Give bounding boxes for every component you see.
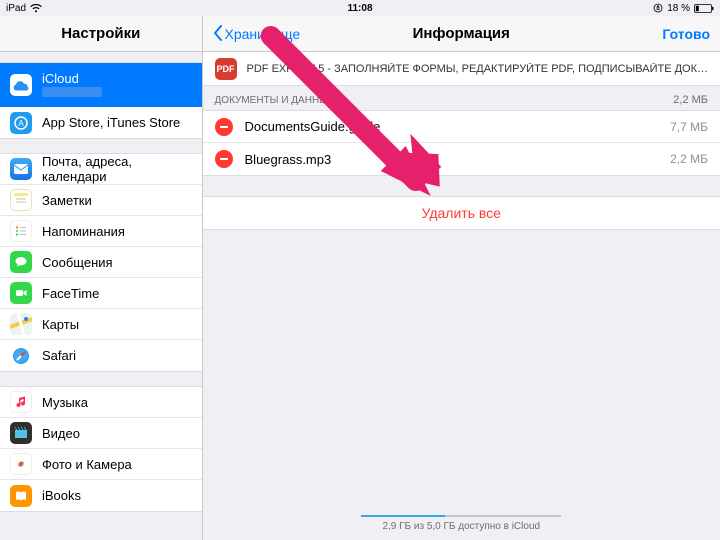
sidebar-item-appstore[interactable]: A App Store, iTunes Store xyxy=(0,107,202,138)
done-button[interactable]: Готово xyxy=(652,16,720,52)
sidebar-item-photos[interactable]: Фото и Камера xyxy=(0,449,202,480)
storage-footer: 2,9 ГБ из 5,0 ГБ доступно в iCloud xyxy=(203,506,720,540)
battery-percent: 18 % xyxy=(667,3,690,14)
pdf-expert-icon: PDF xyxy=(215,58,237,80)
sidebar-item-maps[interactable]: Карты xyxy=(0,309,202,340)
photos-icon xyxy=(10,453,32,475)
storage-bar xyxy=(361,515,561,517)
sidebar-item-ibooks[interactable]: iBooks xyxy=(0,480,202,511)
sidebar-item-notes[interactable]: Заметки xyxy=(0,185,202,216)
video-icon xyxy=(10,422,32,444)
svg-text:A: A xyxy=(18,119,24,128)
sidebar-item-messages[interactable]: Сообщения xyxy=(0,247,202,278)
wifi-icon xyxy=(30,4,42,13)
battery-icon xyxy=(694,4,714,13)
ibooks-icon xyxy=(10,485,32,507)
device-label: iPad xyxy=(6,3,26,14)
orientation-lock-icon xyxy=(653,3,663,13)
left-navbar: Настройки xyxy=(0,16,202,52)
file-name: Bluegrass.mp3 xyxy=(245,152,671,167)
delete-all-button[interactable]: Удалить все xyxy=(203,196,720,230)
appstore-label: App Store, iTunes Store xyxy=(42,115,180,130)
file-size: 7,7 МБ xyxy=(670,120,708,134)
settings-group-apps1: Почта, адреса, календари Заметки Напомин… xyxy=(0,153,202,372)
mail-label: Почта, адреса, календари xyxy=(42,154,192,184)
storage-footer-label: 2,9 ГБ из 5,0 ГБ доступно в iCloud xyxy=(382,521,540,532)
detail-panel: Хранилище Информация Готово PDF PDF EXPE… xyxy=(203,16,720,540)
section-total-size: 2,2 МБ xyxy=(673,94,708,106)
appstore-icon: A xyxy=(10,112,32,134)
done-label: Готово xyxy=(662,26,710,42)
storage-bar-fill xyxy=(361,515,445,517)
maps-label: Карты xyxy=(42,317,79,332)
settings-sidebar: Настройки iCloud A App Store, xyxy=(0,16,203,540)
notes-icon xyxy=(10,189,32,211)
notes-label: Заметки xyxy=(42,193,92,208)
icloud-icon xyxy=(10,74,32,96)
file-name: DocumentsGuide.guide xyxy=(245,119,671,134)
sidebar-item-facetime[interactable]: FaceTime xyxy=(0,278,202,309)
sidebar-item-reminders[interactable]: Напоминания xyxy=(0,216,202,247)
file-row[interactable]: Bluegrass.mp3 2,2 МБ xyxy=(203,143,720,175)
app-header-row: PDF PDF EXPERT 5 - ЗАПОЛНЯЙТЕ ФОРМЫ, РЕД… xyxy=(203,52,720,86)
settings-list[interactable]: iCloud A App Store, iTunes Store Поч xyxy=(0,52,202,540)
safari-label: Safari xyxy=(42,348,76,363)
statusbar: iPad 11:08 18 % xyxy=(0,0,720,16)
sidebar-item-mail[interactable]: Почта, адреса, календари xyxy=(0,154,202,185)
file-row[interactable]: DocumentsGuide.guide 7,7 МБ xyxy=(203,111,720,143)
delete-file-icon[interactable] xyxy=(215,118,233,136)
sidebar-item-music[interactable]: Музыка xyxy=(0,387,202,418)
delete-file-icon[interactable] xyxy=(215,150,233,168)
settings-group-apps2: Музыка Видео Фото и Камера xyxy=(0,386,202,512)
right-navbar: Хранилище Информация Готово xyxy=(203,16,720,52)
music-label: Музыка xyxy=(42,395,88,410)
icloud-label: iCloud xyxy=(42,71,102,86)
left-title: Настройки xyxy=(61,25,140,42)
sidebar-item-safari[interactable]: Safari xyxy=(0,340,202,371)
reminders-label: Напоминания xyxy=(42,224,125,239)
delete-all-label: Удалить все xyxy=(422,205,501,221)
settings-group-account: iCloud A App Store, iTunes Store xyxy=(0,62,202,139)
safari-icon xyxy=(10,345,32,367)
section-header-documents: ДОКУМЕНТЫ И ДАННЫЕ 2,2 МБ xyxy=(203,86,720,110)
section-header-label: ДОКУМЕНТЫ И ДАННЫЕ xyxy=(215,95,335,106)
file-size: 2,2 МБ xyxy=(670,152,708,166)
back-label: Хранилище xyxy=(225,26,301,42)
right-title: Информация xyxy=(413,25,510,42)
clock: 11:08 xyxy=(347,3,372,14)
messages-icon xyxy=(10,251,32,273)
facetime-icon xyxy=(10,282,32,304)
back-button[interactable]: Хранилище xyxy=(203,16,311,52)
file-list: DocumentsGuide.guide 7,7 МБ Bluegrass.mp… xyxy=(203,110,720,176)
photos-label: Фото и Камера xyxy=(42,457,132,472)
sidebar-item-icloud[interactable]: iCloud xyxy=(0,63,202,107)
sidebar-item-video[interactable]: Видео xyxy=(0,418,202,449)
messages-label: Сообщения xyxy=(42,255,113,270)
app-name: PDF EXPERT 5 - ЗАПОЛНЯЙТЕ ФОРМЫ, РЕДАКТИ… xyxy=(247,63,708,75)
video-label: Видео xyxy=(42,426,80,441)
ibooks-label: iBooks xyxy=(42,488,81,503)
maps-icon xyxy=(10,313,32,335)
chevron-left-icon xyxy=(213,25,223,44)
music-icon xyxy=(10,391,32,413)
icloud-account xyxy=(42,87,102,100)
reminders-icon xyxy=(10,220,32,242)
mail-icon xyxy=(10,158,32,180)
facetime-label: FaceTime xyxy=(42,286,99,301)
